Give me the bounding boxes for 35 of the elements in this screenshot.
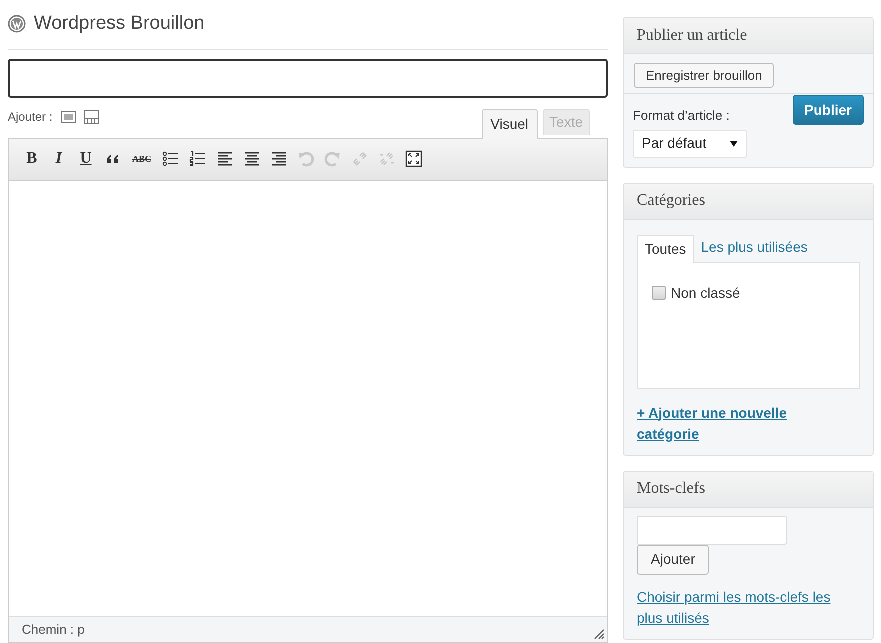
tag-field[interactable] <box>637 516 787 544</box>
choose-tags-link[interactable]: Choisir parmi les mots-clefs les plus utilisés <box>637 586 860 628</box>
format-dropdown[interactable]: Par défaut <box>633 130 747 158</box>
add-category-link[interactable]: + Ajouter une nouvelle catégorie <box>637 402 817 444</box>
bullet-list-icon[interactable] <box>162 150 180 168</box>
path-status: Chemin : p <box>22 620 85 639</box>
bold-button[interactable]: B <box>23 147 41 172</box>
italic-button[interactable]: I <box>50 147 68 172</box>
align-right-icon[interactable] <box>270 150 288 168</box>
underline-button[interactable]: U <box>77 147 95 172</box>
category-label: Non classé <box>671 284 740 302</box>
dropdown-arrow-icon <box>730 140 738 148</box>
resize-handle-icon[interactable] <box>594 629 605 640</box>
category-tab[interactable]: Les plus utilisées <box>694 234 815 262</box>
fullscreen-icon[interactable] <box>405 150 423 168</box>
add-tag-button[interactable]: Ajouter <box>637 544 710 574</box>
category-tab[interactable]: Toutes <box>637 234 694 262</box>
title-field[interactable] <box>8 58 608 98</box>
wordpress-logo-icon <box>8 15 26 34</box>
add-media-label: Ajouter : <box>8 109 53 126</box>
panel-title: Catégories <box>624 184 873 220</box>
image-icon[interactable] <box>60 111 76 124</box>
checkbox[interactable] <box>652 286 666 300</box>
editor-tab[interactable]: Visuel <box>482 108 538 139</box>
panel-title: Publier un article <box>624 18 873 54</box>
publish-button[interactable]: Publier <box>792 95 864 125</box>
strike-button[interactable]: ABC <box>131 152 153 166</box>
align-center-icon[interactable] <box>243 150 261 168</box>
align-left-icon[interactable] <box>216 150 234 168</box>
gallery-icon[interactable] <box>84 110 99 124</box>
page-title: Wordpress Brouillon <box>34 12 205 36</box>
numbered-list-icon[interactable] <box>189 150 207 168</box>
format-label: Format d’article : <box>633 107 730 125</box>
panel-title: Mots-clefs <box>624 472 873 508</box>
save-draft-button[interactable]: Enregistrer brouillon <box>634 63 774 88</box>
